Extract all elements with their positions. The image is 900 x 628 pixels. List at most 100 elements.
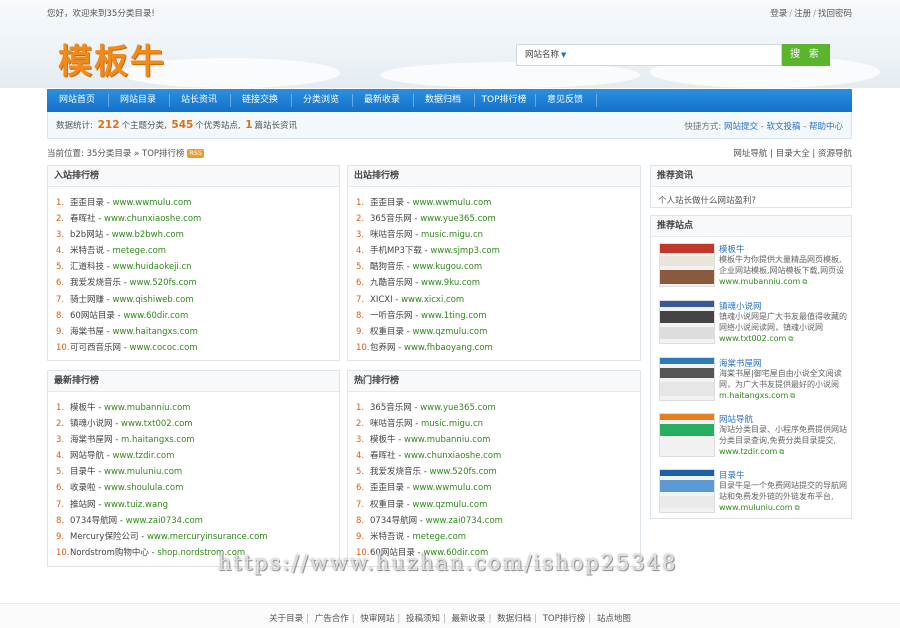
- rank-domain[interactable]: www.kugou.com: [413, 262, 483, 272]
- footer-link-archive[interactable]: 数据归档: [497, 614, 531, 624]
- rank-site-name[interactable]: 米特吾说: [70, 246, 104, 256]
- footer-link-top[interactable]: TOP排行榜: [543, 614, 586, 624]
- ranking-item[interactable]: 10.可可西音乐网 - www.cococ.com: [48, 340, 339, 356]
- external-link-icon[interactable]: ⧉: [795, 504, 800, 512]
- rank-domain[interactable]: www.chunxiaoshe.com: [104, 214, 201, 224]
- breadcrumb-root[interactable]: 35分类目录: [87, 149, 132, 159]
- rank-site-name[interactable]: 骑士网赚: [70, 295, 104, 305]
- rank-site-name[interactable]: 米特吾说: [370, 532, 404, 542]
- ranking-item[interactable]: 6. 歪歪目录 - www.wwmulu.com: [348, 480, 640, 496]
- rank-domain[interactable]: www.txt002.com: [121, 419, 193, 429]
- rank-domain[interactable]: www.60dir.com: [123, 311, 188, 321]
- rank-site-name[interactable]: 我爱发烧音乐: [70, 278, 121, 288]
- rank-domain[interactable]: www.zai0734.com: [126, 516, 203, 526]
- rank-domain[interactable]: www.520fs.com: [430, 467, 497, 477]
- rank-domain[interactable]: www.wwmulu.com: [413, 483, 492, 493]
- rank-domain[interactable]: www.tuiz.wang: [104, 500, 168, 510]
- link-resource-nav[interactable]: 资源导航: [818, 149, 852, 159]
- rank-site-name[interactable]: 咪咕音乐网: [370, 230, 413, 240]
- nav-item-archive[interactable]: 数据归档: [413, 89, 473, 112]
- ranking-item[interactable]: 9. Mercury保险公司 - www.mercuryinsurance.com: [48, 529, 339, 545]
- quick-link-article[interactable]: 软文投稿: [766, 122, 800, 132]
- rank-domain[interactable]: m.haitangxs.com: [121, 435, 195, 445]
- rank-site-name[interactable]: 权重目录: [370, 327, 404, 337]
- nav-item-link-exchange[interactable]: 链接交换: [230, 89, 290, 112]
- rank-site-name[interactable]: 九酷音乐网: [370, 278, 413, 288]
- rank-site-name[interactable]: 365音乐网: [370, 214, 412, 224]
- rank-site-name[interactable]: 歪歪目录: [370, 198, 404, 208]
- ranking-item[interactable]: 8. 0734导航网 - www.zai0734.com: [348, 513, 640, 529]
- rank-domain[interactable]: www.qzmulu.com: [413, 327, 488, 337]
- ranking-item[interactable]: 4. 手机MP3下载 - www.sjmp3.com: [348, 243, 640, 259]
- news-link[interactable]: 个人站长做什么网站盈利?: [658, 194, 756, 206]
- ranking-item[interactable]: 8. 0734导航网 - www.zai0734.com: [48, 513, 339, 529]
- external-link-icon[interactable]: ⧉: [790, 392, 795, 400]
- ranking-item[interactable]: 4. 网站导航 - www.tzdir.com: [48, 448, 339, 464]
- footer-link-latest[interactable]: 最新收录: [452, 614, 486, 624]
- rank-site-name[interactable]: 365音乐网: [370, 403, 412, 413]
- ranking-item[interactable]: 6. 九酷音乐网 - www.9ku.com: [348, 275, 640, 291]
- rank-site-name[interactable]: 模板牛: [370, 435, 396, 445]
- rank-site-name[interactable]: 春晖社: [70, 214, 96, 224]
- site-thumbnail[interactable]: [659, 413, 715, 457]
- rank-site-name[interactable]: 咪咕音乐网: [370, 419, 413, 429]
- ranking-item[interactable]: 3. 海棠书屋网 - m.haitangxs.com: [48, 432, 339, 448]
- rank-site-name[interactable]: 春晖社: [370, 451, 396, 461]
- ranking-item[interactable]: 1. 歪歪目录 - www.wwmulu.com: [348, 195, 640, 211]
- rank-site-name[interactable]: 目录牛: [70, 467, 96, 477]
- footer-link-submit-notes[interactable]: 投稿须知: [406, 614, 440, 624]
- ranking-item[interactable]: 7. 推站网 - www.tuiz.wang: [48, 497, 339, 513]
- ranking-item[interactable]: 7. 权重目录 - www.qzmulu.com: [348, 497, 640, 513]
- ranking-item[interactable]: 6. 我爱发烧音乐 - www.520fs.com: [48, 275, 339, 291]
- ranking-item[interactable]: 4. 米特吾说 - metege.com: [48, 243, 339, 259]
- ranking-item[interactable]: 1. 365音乐网 - www.yue365.com: [348, 400, 640, 416]
- footer-link-fast-review[interactable]: 快审网站: [360, 614, 394, 624]
- ranking-item[interactable]: 9. 权重目录 - www.qzmulu.com: [348, 324, 640, 340]
- nav-item-latest[interactable]: 最新收录: [352, 89, 412, 112]
- ranking-item[interactable]: 3. b2b网站 - www.b2bwh.com: [48, 227, 339, 243]
- rank-site-name[interactable]: 权重目录: [370, 500, 404, 510]
- nav-item-feedback[interactable]: 意见反馈: [535, 89, 595, 112]
- rank-site-name[interactable]: 60网站目录: [70, 311, 115, 321]
- rank-domain[interactable]: music.migu.cn: [421, 230, 483, 240]
- rank-domain[interactable]: music.migu.cn: [421, 419, 483, 429]
- rank-domain[interactable]: www.tzdir.com: [113, 451, 175, 461]
- rank-domain[interactable]: www.mercuryinsurance.com: [147, 532, 268, 542]
- rank-domain[interactable]: www.muluniu.com: [104, 467, 182, 477]
- ranking-item[interactable]: 5. 目录牛 - www.muluniu.com: [48, 464, 339, 480]
- rank-site-name[interactable]: 我爱发烧音乐: [370, 467, 421, 477]
- site-thumbnail[interactable]: [659, 243, 715, 287]
- rank-site-name[interactable]: 0734导航网: [70, 516, 117, 526]
- ranking-item[interactable]: 9. 米特吾说 - metege.com: [348, 529, 640, 545]
- ranking-item[interactable]: 2. 春晖社 - www.chunxiaoshe.com: [48, 211, 339, 227]
- rank-site-name[interactable]: 网站导航: [70, 451, 104, 461]
- rank-domain[interactable]: www.cococ.com: [130, 343, 198, 353]
- rank-site-name[interactable]: 收录啦: [70, 483, 96, 493]
- site-thumbnail[interactable]: [659, 300, 715, 344]
- rank-site-name[interactable]: XICXI: [370, 295, 393, 305]
- rank-site-name[interactable]: b2b网站: [70, 230, 103, 240]
- ranking-item[interactable]: 3. 咪咕音乐网 - music.migu.cn: [348, 227, 640, 243]
- site-logo[interactable]: 模板牛: [58, 34, 166, 83]
- rank-site-name[interactable]: 歪歪目录: [370, 483, 404, 493]
- login-link[interactable]: 登录: [770, 9, 787, 19]
- search-category-select[interactable]: 网站名称 ▼: [516, 44, 572, 66]
- footer-link-sitemap[interactable]: 站点地图: [597, 614, 631, 624]
- rank-domain[interactable]: www.huidaokeji.cn: [113, 262, 192, 272]
- rank-domain[interactable]: www.yue365.com: [420, 214, 496, 224]
- ranking-item[interactable]: 5. 我爱发烧音乐 - www.520fs.com: [348, 464, 640, 480]
- rank-domain[interactable]: www.mubanniu.com: [104, 403, 190, 413]
- rank-domain[interactable]: www.qzmulu.com: [413, 500, 488, 510]
- rank-domain[interactable]: www.wwmulu.com: [413, 198, 492, 208]
- rank-domain[interactable]: www.mubanniu.com: [404, 435, 490, 445]
- site-thumbnail[interactable]: [659, 469, 715, 513]
- rank-site-name[interactable]: 模板牛: [70, 403, 96, 413]
- rank-domain[interactable]: metege.com: [413, 532, 467, 542]
- link-url-nav[interactable]: 网址导航: [733, 149, 767, 159]
- external-link-icon[interactable]: ⧉: [802, 278, 807, 286]
- rank-domain[interactable]: www.zai0734.com: [426, 516, 503, 526]
- rss-icon[interactable]: RSS: [187, 149, 205, 158]
- rank-domain[interactable]: www.qishiweb.com: [113, 295, 194, 305]
- ranking-item[interactable]: 4. 春晖社 - www.chunxiaoshe.com: [348, 448, 640, 464]
- ranking-item[interactable]: 9. 海棠书屋 - www.haitangxs.com: [48, 324, 339, 340]
